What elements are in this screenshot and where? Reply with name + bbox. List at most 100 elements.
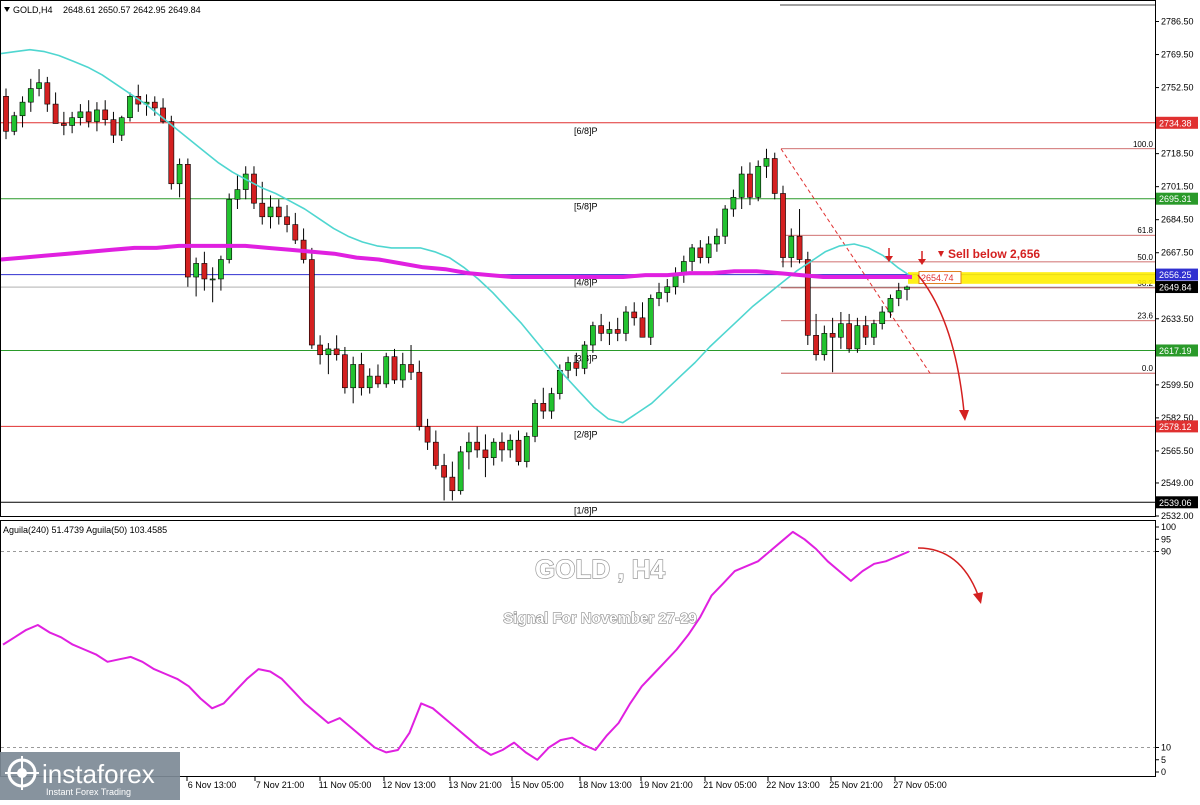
candle-body [151, 101, 158, 109]
candle-body [804, 259, 811, 336]
chart-canvas: [6/8]P[5/8]P[4/8]P[3/8]P[2/8]P[1/8]P 100… [0, 0, 1198, 800]
candle-body [714, 235, 720, 245]
candle-body [52, 103, 59, 124]
candle-body [705, 243, 712, 258]
candle-body [60, 123, 67, 126]
fib-level-label: 50.0 [1137, 253, 1153, 262]
candle-body [416, 371, 423, 427]
candle-body [515, 439, 522, 462]
candle [804, 251, 811, 346]
candle-body [466, 441, 472, 453]
candle-body [631, 311, 638, 319]
sell-label: Sell below 2,656 [948, 247, 1040, 261]
candle-body [755, 165, 762, 198]
fib-level-label: 100.0 [1133, 140, 1154, 149]
candle-body [788, 235, 795, 258]
candle-body [854, 325, 861, 350]
candle-body [441, 465, 447, 478]
watermark-brand: instaforex [42, 759, 155, 789]
candle-body [689, 247, 695, 262]
candle-body [904, 286, 910, 290]
candle-body [639, 317, 646, 338]
murrey-level-label: [6/8]P [574, 126, 598, 136]
candle-body [598, 325, 605, 334]
murrey-level-label: [4/8]P [574, 278, 598, 288]
price-box-label: 2617.19 [1159, 346, 1192, 356]
candle-body [36, 82, 42, 89]
time-tick-label: 25 Nov 21:00 [829, 780, 883, 790]
candle-body [259, 202, 266, 218]
candle-body [44, 82, 51, 105]
candle-body [581, 344, 588, 369]
candle-body [449, 476, 456, 492]
highlight-zone: 2654.74 [908, 271, 1155, 285]
candle-body [482, 449, 489, 459]
candle-body [350, 364, 357, 389]
time-tick-label: 22 Nov 13:00 [766, 780, 820, 790]
candle-body [251, 173, 257, 204]
murrey-level-label: [1/8]P [574, 505, 598, 515]
indicator-tick-label: 90 [1161, 547, 1171, 557]
candle-body [19, 101, 26, 117]
candle-body [623, 311, 629, 334]
candle-body [127, 96, 133, 118]
candle-body [399, 364, 406, 381]
price-tick-label: 2752.50 [1161, 83, 1194, 93]
watermark-tagline: Instant Forex Trading [46, 787, 131, 797]
candle-body [829, 333, 836, 338]
candle-body [780, 193, 786, 258]
candle [383, 352, 390, 388]
fib-level-label: 0.0 [1142, 364, 1154, 373]
overlay-subtitle: Signal For November 27-29 [503, 610, 696, 627]
candle-body [77, 111, 84, 118]
candle-body [110, 119, 117, 136]
candle-body [846, 323, 853, 350]
candle-body [664, 286, 671, 293]
candle-body [333, 348, 340, 356]
candle-body [556, 369, 563, 394]
price-tick-label: 2599.50 [1161, 380, 1194, 390]
candle [647, 294, 654, 346]
candle [127, 92, 133, 122]
candle-body [432, 441, 439, 466]
candle-body [292, 224, 299, 241]
candle-body [234, 189, 241, 200]
candle [771, 152, 778, 200]
candle-body [490, 441, 497, 459]
candle [755, 160, 762, 202]
candle-body [383, 356, 390, 385]
price-tick-label: 2701.50 [1161, 182, 1194, 192]
candle-body [672, 274, 679, 288]
candle [3, 88, 9, 140]
time-tick-label: 18 Nov 13:00 [578, 780, 632, 790]
candle-body [722, 208, 729, 237]
candle-body [209, 278, 216, 281]
candle-body [457, 451, 464, 492]
indicator-tick-label: 0 [1161, 767, 1166, 777]
candle-body [3, 96, 9, 132]
indicator-label: Aguila(240) 51.4739 Aguila(50) 103.4585 [3, 525, 167, 535]
candle-body [94, 109, 100, 122]
candle-body [474, 441, 481, 451]
time-axis: 6 Nov 13:00 7 Nov 21:00 11 Nov 05:00 12 Nov… [186, 777, 947, 790]
candle-body [738, 173, 745, 198]
candle [780, 185, 786, 268]
candle-body [11, 115, 18, 132]
time-tick-label: 11 Nov 05:00 [319, 780, 372, 790]
time-tick-label: 27 Nov 05:00 [893, 780, 947, 790]
ohlc-values: 2648.61 2650.57 2642.95 2649.84 [63, 5, 201, 15]
candle [184, 158, 191, 287]
candle-body [242, 173, 249, 190]
candle-body [342, 354, 348, 389]
candle-body [796, 235, 803, 260]
candle-body [763, 158, 770, 167]
candle-body [284, 216, 290, 225]
candle-body [499, 441, 505, 451]
candle-body [813, 335, 819, 356]
price-tick-label: 2633.50 [1161, 314, 1194, 324]
fib-level-label: 61.8 [1137, 226, 1153, 235]
price-box-label: 2649.84 [1159, 283, 1192, 293]
chart-root: [6/8]P[5/8]P[4/8]P[3/8]P[2/8]P[1/8]P 100… [0, 0, 1200, 800]
fib-level-label: 23.6 [1137, 312, 1153, 321]
time-tick-label: 7 Nov 21:00 [256, 780, 305, 790]
